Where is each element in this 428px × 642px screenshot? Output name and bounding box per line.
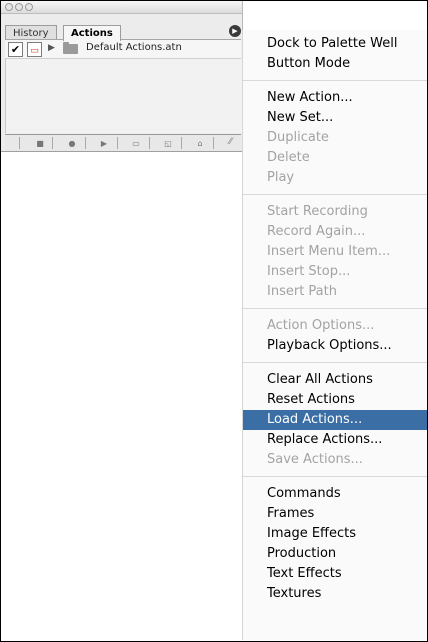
menu-item-insert-path: Insert Path [267,284,337,299]
menu-item-button-mode[interactable]: Button Mode [243,54,427,74]
action-set-name: Default Actions.atn [86,42,182,53]
actions-palette: History Actions ▶ ✔ ▭ ▶ Default Actions.… [1,1,243,152]
palette-context-menu: Dock to Palette Well Button Mode New Actio… [243,30,427,640]
toolbar-divider [149,137,150,149]
menu-item-save-actions: Save Actions... [267,452,363,467]
new-set-icon[interactable]: ▭ [131,138,141,148]
menu-item-play: Play [267,170,295,185]
menu-item-record-again: Record Again... [267,224,366,239]
menu-item-frames[interactable]: Frames [243,504,427,524]
zoom-window-icon[interactable] [25,3,33,11]
play-icon[interactable]: ▶ [99,138,109,148]
record-icon[interactable]: ● [67,138,77,148]
menu-item-delete: Delete [267,150,310,165]
menu-item-new-action[interactable]: New Action... [243,88,427,108]
dialog-icon: ▭ [30,46,39,56]
trash-icon[interactable]: ⌂ [195,138,205,148]
menu-item-insert-menu-item: Insert Menu Item... [267,244,391,259]
menu-separator [243,194,427,195]
menu-item-image-effects[interactable]: Image Effects [243,524,427,544]
menu-separator [243,80,427,81]
folder-icon [63,42,78,54]
toolbar-divider [117,137,118,149]
tab-actions[interactable]: Actions [63,25,121,41]
menu-item-duplicate: Duplicate [267,130,329,145]
toolbar-divider [19,137,20,149]
menu-item-commands[interactable]: Commands [243,484,427,504]
palette-toolbar: ■ ● ▶ ▭ ◱ ⌂ [5,134,241,151]
toolbar-divider [181,137,182,149]
toolbar-divider [213,137,214,149]
menu-item-new-set[interactable]: New Set... [243,108,427,128]
menu-separator [243,308,427,309]
menu-item-playback-options[interactable]: Playback Options... [243,336,427,356]
menu-item-reset-actions[interactable]: Reset Actions [243,390,427,410]
menu-item-textures[interactable]: Textures [243,584,427,604]
menu-item-start-recording: Start Recording [267,204,368,219]
menu-item-replace-actions[interactable]: Replace Actions... [243,430,427,450]
menu-item-insert-stop: Insert Stop... [267,264,351,279]
stop-icon[interactable]: ■ [35,138,45,148]
menu-item-action-options: Action Options... [267,318,375,333]
toggle-item-checkbox[interactable]: ✔ [8,42,23,57]
close-window-icon[interactable] [5,3,13,11]
triangle-right-icon: ▶ [232,27,238,35]
toolbar-divider [85,137,86,149]
menu-item-production[interactable]: Production [243,544,427,564]
menu-item-clear-all-actions[interactable]: Clear All Actions [243,370,427,390]
palette-menu-button[interactable]: ▶ [229,25,241,37]
menu-separator [243,362,427,363]
menu-separator [243,476,427,477]
expand-triangle-icon[interactable]: ▶ [48,43,55,53]
toolbar-divider [52,137,53,149]
menu-item-text-effects[interactable]: Text Effects [243,564,427,584]
actions-list [5,59,242,133]
menu-item-dock-to-palette-well[interactable]: Dock to Palette Well [243,34,427,54]
checkmark-icon: ✔ [10,43,21,56]
action-set-row[interactable]: ✔ ▭ ▶ Default Actions.atn [5,39,241,59]
minimize-window-icon[interactable] [15,3,23,11]
toggle-dialog-checkbox[interactable]: ▭ [27,42,42,57]
menu-item-load-actions[interactable]: Load Actions... [243,410,427,430]
palette-titlebar[interactable] [1,1,242,14]
new-action-icon[interactable]: ◱ [163,138,173,148]
resize-grip-icon[interactable]: ⁄⁄ [229,137,232,147]
